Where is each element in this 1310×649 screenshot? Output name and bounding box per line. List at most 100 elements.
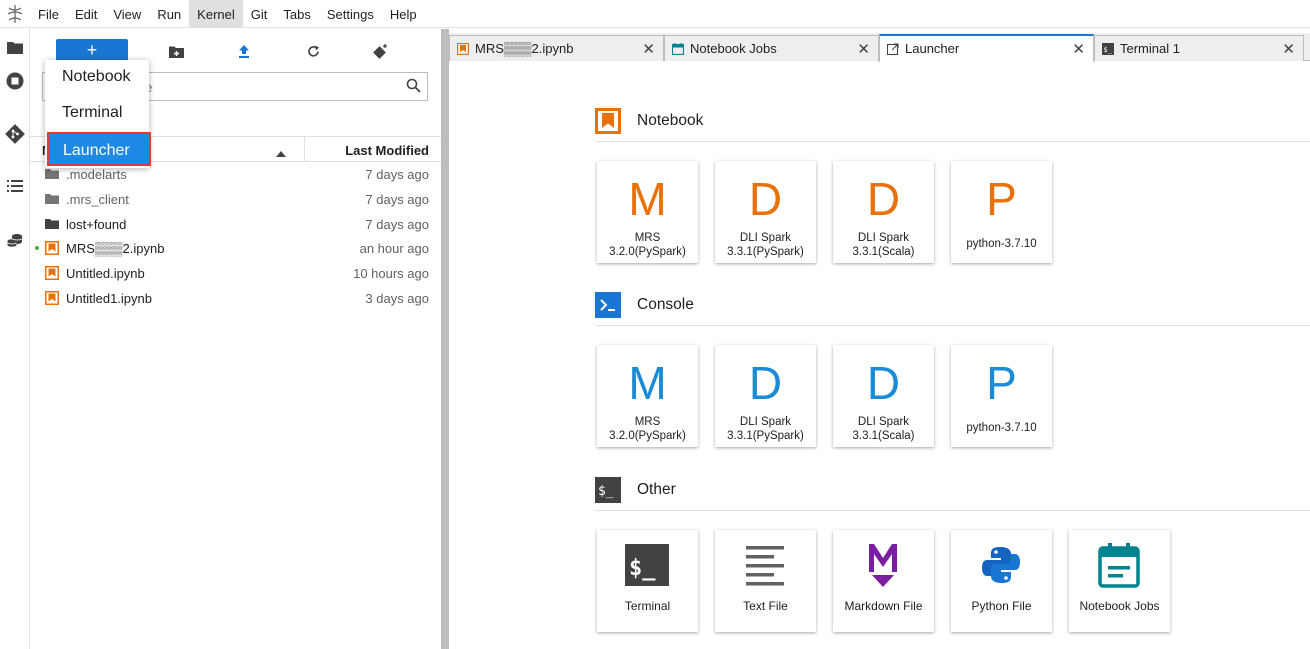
file-modified: 3 days ago [365,290,429,306]
other-card-terminal[interactable]: $_ Terminal [597,530,698,632]
notebook-icon [45,290,59,305]
terminal-icon: $_ [595,477,621,503]
datasets-tab[interactable] [0,222,30,258]
tab-notebook-jobs[interactable]: Notebook Jobs ✕ [664,35,879,61]
card-label: Text File [743,599,788,613]
console-card-dli-pyspark[interactable]: D DLI Spark 3.3.1(PySpark) [715,345,816,447]
menu-item-notebook[interactable]: Notebook [45,60,149,94]
notebook-card-python[interactable]: P python-3.7.10 [951,161,1052,263]
git-clone-icon [373,44,387,59]
card-label: MRS 3.2.0(PySpark) [609,416,686,442]
console-card-dli-scala[interactable]: D DLI Spark 3.3.1(Scala) [833,345,934,447]
terminal-icon: $_ [625,544,669,586]
console-card-mrs[interactable]: M MRS 3.2.0(PySpark) [597,345,698,447]
folder-icon [45,169,59,179]
folder-icon [45,193,59,204]
card-label: DLI Spark 3.3.1(Scala) [852,416,915,442]
tab-label: MRS▒▒▒2.ipynb [475,41,574,56]
sort-ascending-icon[interactable] [276,145,286,160]
menu-view[interactable]: View [105,0,149,28]
kernel-letter: D [866,173,901,225]
text-file-icon [746,546,784,586]
section-divider [595,141,1310,142]
kernel-letter: P [986,357,1017,409]
git-tab[interactable] [0,116,30,152]
kernel-letter: M [628,173,667,225]
stop-circle-icon [6,72,24,90]
list-item[interactable]: .mrs_client 7 days ago [30,187,441,212]
new-folder-button[interactable] [166,41,186,61]
svg-text:$_: $_ [629,556,656,581]
last-modified-column-header[interactable]: Last Modified [345,143,429,158]
markdown-icon [869,544,897,587]
kernel-letter: D [866,357,901,409]
card-label: python-3.7.10 [966,422,1037,434]
folder-icon [7,42,23,54]
menu-file[interactable]: File [30,0,67,28]
file-name: Untitled1.ipynb [66,290,152,306]
menu-tabs[interactable]: Tabs [275,0,318,28]
upload-button[interactable] [234,41,254,61]
file-filter-input[interactable] [133,77,383,97]
tab-terminal-1[interactable]: $_ Terminal 1 ✕ [1094,35,1304,61]
activity-bar [0,29,30,649]
card-label: Markdown File [844,599,923,613]
menu-kernel[interactable]: Kernel [189,0,243,28]
file-modified: 7 days ago [365,191,429,207]
other-card-python-file[interactable]: Python File [951,530,1052,632]
close-icon[interactable]: ✕ [642,40,655,58]
refresh-icon [307,45,319,57]
menu-settings[interactable]: Settings [319,0,382,28]
new-dropdown-menu: Notebook Terminal Launcher [45,60,151,168]
close-icon[interactable]: ✕ [1282,40,1295,58]
list-item[interactable]: lost+found 7 days ago [30,212,441,237]
close-icon[interactable]: ✕ [857,40,870,58]
list-item[interactable]: Untitled1.ipynb 3 days ago [30,286,441,311]
table-of-contents-tab[interactable] [0,168,30,204]
kernel-letter: D [748,173,783,225]
list-item[interactable]: MRS▒▒▒2.ipynb an hour ago [30,236,441,261]
notebook-icon [457,43,469,55]
console-card-python[interactable]: P python-3.7.10 [951,345,1052,447]
file-name: lost+found [66,216,127,232]
close-icon[interactable]: ✕ [1072,40,1085,58]
running-indicator [35,246,39,251]
notebook-icon [45,241,59,256]
column-divider[interactable] [304,137,305,162]
other-card-notebook-jobs[interactable]: Notebook Jobs [1069,530,1170,632]
git-clone-button[interactable] [371,41,391,61]
terminal-icon: $_ [1102,43,1114,55]
svg-text:$_: $_ [598,484,614,499]
kernel-letter: D [748,357,783,409]
other-card-text-file[interactable]: Text File [715,530,816,632]
file-browser-tab[interactable] [0,29,30,65]
main-area: MRS▒▒▒2.ipynb ✕ Notebook Jobs ✕ Launcher… [449,29,1310,649]
section-divider [595,325,1310,326]
menu-run[interactable]: Run [149,0,189,28]
running-tab[interactable] [0,63,30,99]
section-title: Console [637,296,694,313]
card-label: python-3.7.10 [966,238,1037,250]
list-item[interactable]: Untitled.ipynb 10 hours ago [30,261,441,286]
refresh-button[interactable] [303,41,323,61]
panel-splitter[interactable] [441,29,449,649]
file-name: Untitled.ipynb [66,266,145,282]
notebook-card-mrs[interactable]: M MRS 3.2.0(PySpark) [597,161,698,263]
tab-launcher[interactable]: Launcher ✕ [879,34,1094,62]
menu-item-terminal[interactable]: Terminal [45,96,149,130]
menu-help[interactable]: Help [382,0,425,28]
notebook-card-dli-pyspark[interactable]: D DLI Spark 3.3.1(PySpark) [715,161,816,263]
tab-mrs-notebook[interactable]: MRS▒▒▒2.ipynb ✕ [449,35,664,61]
menu-git[interactable]: Git [243,0,276,28]
card-label: DLI Spark 3.3.1(PySpark) [727,416,804,442]
other-card-markdown-file[interactable]: Markdown File [833,530,934,632]
menu-item-launcher[interactable]: Launcher [47,132,151,166]
file-modified: 7 days ago [365,167,429,182]
launcher-icon [887,43,899,55]
file-name: .modelarts [66,167,127,182]
jupyter-logo-icon [0,0,30,28]
folder-icon [45,218,59,229]
card-label: DLI Spark 3.3.1(PySpark) [727,232,804,258]
menu-edit[interactable]: Edit [67,0,105,28]
notebook-card-dli-scala[interactable]: D DLI Spark 3.3.1(Scala) [833,161,934,263]
